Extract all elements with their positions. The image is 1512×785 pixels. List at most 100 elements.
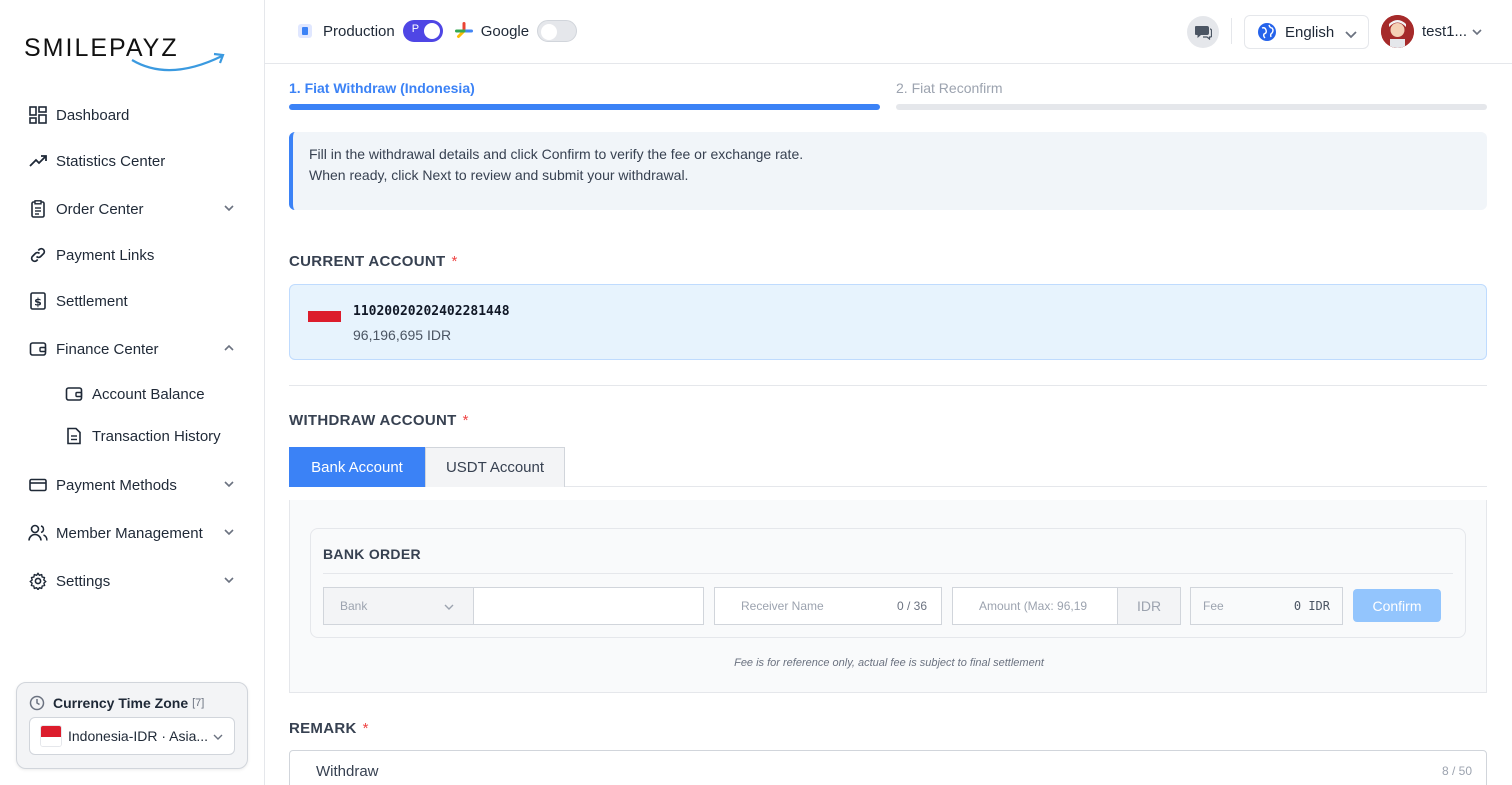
timezone-title-text: Currency Time Zone: [53, 695, 189, 711]
timezone-select[interactable]: Indonesia-IDR · Asia...: [29, 717, 235, 755]
withdraw-account-label: WITHDRAW ACCOUNT *: [289, 412, 469, 429]
remark-label: REMARK *: [289, 720, 369, 737]
svg-text:$: $: [34, 296, 42, 309]
bank-account-number-input[interactable]: [473, 587, 704, 625]
bank-order-divider: [323, 573, 1453, 574]
dashboard-icon: [28, 105, 48, 125]
document-icon: [64, 426, 84, 446]
user-name: test1...: [1422, 23, 1468, 40]
credit-card-icon: [28, 475, 48, 495]
amount-input[interactable]: Amount (Max: 96,19: [952, 587, 1118, 625]
info-alert: Fill in the withdrawal details and click…: [289, 132, 1487, 210]
withdraw-account-tabs: Bank Account USDT Account: [289, 447, 1487, 487]
production-toggle[interactable]: P: [402, 20, 443, 42]
fee-value: 0 IDR: [1293, 599, 1330, 613]
currency-timezone-panel: Currency Time Zone [7] Indonesia-IDR · A…: [16, 682, 248, 769]
remark-value: Withdraw: [316, 763, 379, 780]
step-progress-bar: [896, 104, 1487, 110]
remark-char-count: 8 / 50: [1441, 764, 1472, 778]
smilepayz-logo[interactable]: SMILEPAYZ: [24, 32, 225, 76]
sidebar-item-settings[interactable]: Settings: [28, 567, 243, 595]
chevron-down-icon: [1345, 31, 1357, 39]
sidebar-item-label: Payment Methods: [56, 476, 177, 494]
google-label: Google: [480, 22, 530, 40]
sidebar-item-label: Order Center: [56, 200, 144, 218]
avatar: [1381, 15, 1414, 48]
indonesia-flag-icon: [308, 311, 341, 333]
header-divider: [1231, 18, 1232, 44]
globe-icon: [1258, 23, 1276, 41]
gear-icon: [28, 571, 48, 591]
sidebar-item-transaction-history[interactable]: Transaction History: [64, 422, 244, 450]
language-select[interactable]: English: [1244, 15, 1369, 49]
tab-usdt-account[interactable]: USDT Account: [425, 447, 565, 487]
section-title: CURRENT ACCOUNT: [289, 253, 446, 270]
sidebar-item-label: Member Management: [56, 524, 203, 542]
info-line-2: When ready, click Next to review and sub…: [309, 167, 689, 183]
link-icon: [28, 245, 48, 265]
required-marker: *: [451, 253, 458, 270]
amount-placeholder: Amount (Max: 96,19: [979, 599, 1088, 613]
fee-note: Fee is for reference only, actual fee is…: [734, 657, 1044, 669]
required-marker: *: [462, 412, 469, 429]
users-icon: [28, 523, 48, 543]
dollar-doc-icon: $: [28, 291, 48, 311]
current-account-label: CURRENT ACCOUNT *: [289, 253, 458, 270]
receiver-name-input[interactable]: Receiver Name 0 / 36: [714, 587, 942, 625]
account-number: 11020020202402281448: [353, 304, 510, 319]
chevron-down-icon: [224, 577, 234, 584]
current-account-card[interactable]: 11020020202402281448 96,196,695 IDR: [289, 284, 1487, 360]
sidebar-item-settlement[interactable]: $ Settlement: [28, 287, 243, 315]
sidebar-item-label: Statistics Center: [56, 152, 166, 170]
sidebar-item-finance-center[interactable]: Finance Center: [28, 335, 243, 363]
account-balance: 96,196,695 IDR: [353, 327, 452, 343]
section-title: REMARK: [289, 720, 357, 737]
step-progress-bar: [289, 104, 880, 110]
sidebar-item-account-balance[interactable]: Account Balance: [64, 380, 244, 408]
sidebar-item-label: Transaction History: [92, 427, 221, 445]
bank-select[interactable]: Bank: [323, 587, 474, 625]
sidebar-item-order-center[interactable]: Order Center: [28, 195, 243, 223]
sidebar-item-payment-links[interactable]: Payment Links: [28, 241, 243, 269]
step-fiat-reconfirm[interactable]: 2. Fiat Reconfirm: [896, 80, 1487, 110]
fee-label: Fee: [1203, 599, 1224, 613]
user-menu[interactable]: test1...: [1381, 15, 1483, 48]
sidebar-item-statistics-center[interactable]: Statistics Center: [28, 147, 243, 175]
clipboard-icon: [28, 199, 48, 219]
step-label: 2. Fiat Reconfirm: [896, 80, 1003, 96]
wallet-icon: [64, 384, 84, 404]
chevron-down-icon: [224, 205, 234, 212]
bank-placeholder: Bank: [340, 599, 368, 613]
bank-order-box: BANK ORDER Bank Receiver Name 0 / 36 Amo…: [310, 528, 1466, 638]
receiver-char-count: 0 / 36: [896, 599, 927, 613]
production-icon: [298, 24, 312, 38]
trend-up-icon: [28, 151, 48, 171]
top-header: Production P Google English test1...: [265, 0, 1512, 64]
google-toggle[interactable]: [537, 20, 578, 42]
main-content: 1. Fiat Withdraw (Indonesia) 2. Fiat Rec…: [268, 64, 1512, 785]
remark-textarea[interactable]: Withdraw 8 / 50: [289, 750, 1487, 785]
chevron-down-icon: [1472, 28, 1482, 35]
currency-addon: IDR: [1117, 587, 1181, 625]
step-fiat-withdraw[interactable]: 1. Fiat Withdraw (Indonesia): [289, 80, 880, 110]
environment-switches: Production P Google: [297, 20, 589, 42]
chevron-down-icon: [224, 481, 234, 488]
sidebar-item-member-management[interactable]: Member Management: [28, 519, 243, 547]
wallet-icon: [28, 339, 48, 359]
sidebar-item-payment-methods[interactable]: Payment Methods: [28, 471, 243, 499]
bank-order-title: BANK ORDER: [323, 546, 421, 562]
confirm-button[interactable]: Confirm: [1353, 589, 1441, 622]
timezone-title: Currency Time Zone [7]: [29, 695, 204, 711]
toggle-knob: [423, 23, 440, 39]
logo-swoosh-icon: [131, 52, 225, 72]
chevron-up-icon: [224, 344, 234, 351]
clock-icon: [29, 695, 45, 711]
required-marker: *: [362, 720, 369, 737]
chevron-down-icon: [224, 529, 234, 536]
sidebar-item-label: Account Balance: [92, 385, 205, 403]
google-icon: [454, 22, 473, 38]
sidebar-item-dashboard[interactable]: Dashboard: [28, 101, 243, 129]
section-divider: [289, 385, 1487, 386]
tab-bank-account[interactable]: Bank Account: [289, 447, 425, 487]
chat-button[interactable]: [1187, 16, 1219, 48]
